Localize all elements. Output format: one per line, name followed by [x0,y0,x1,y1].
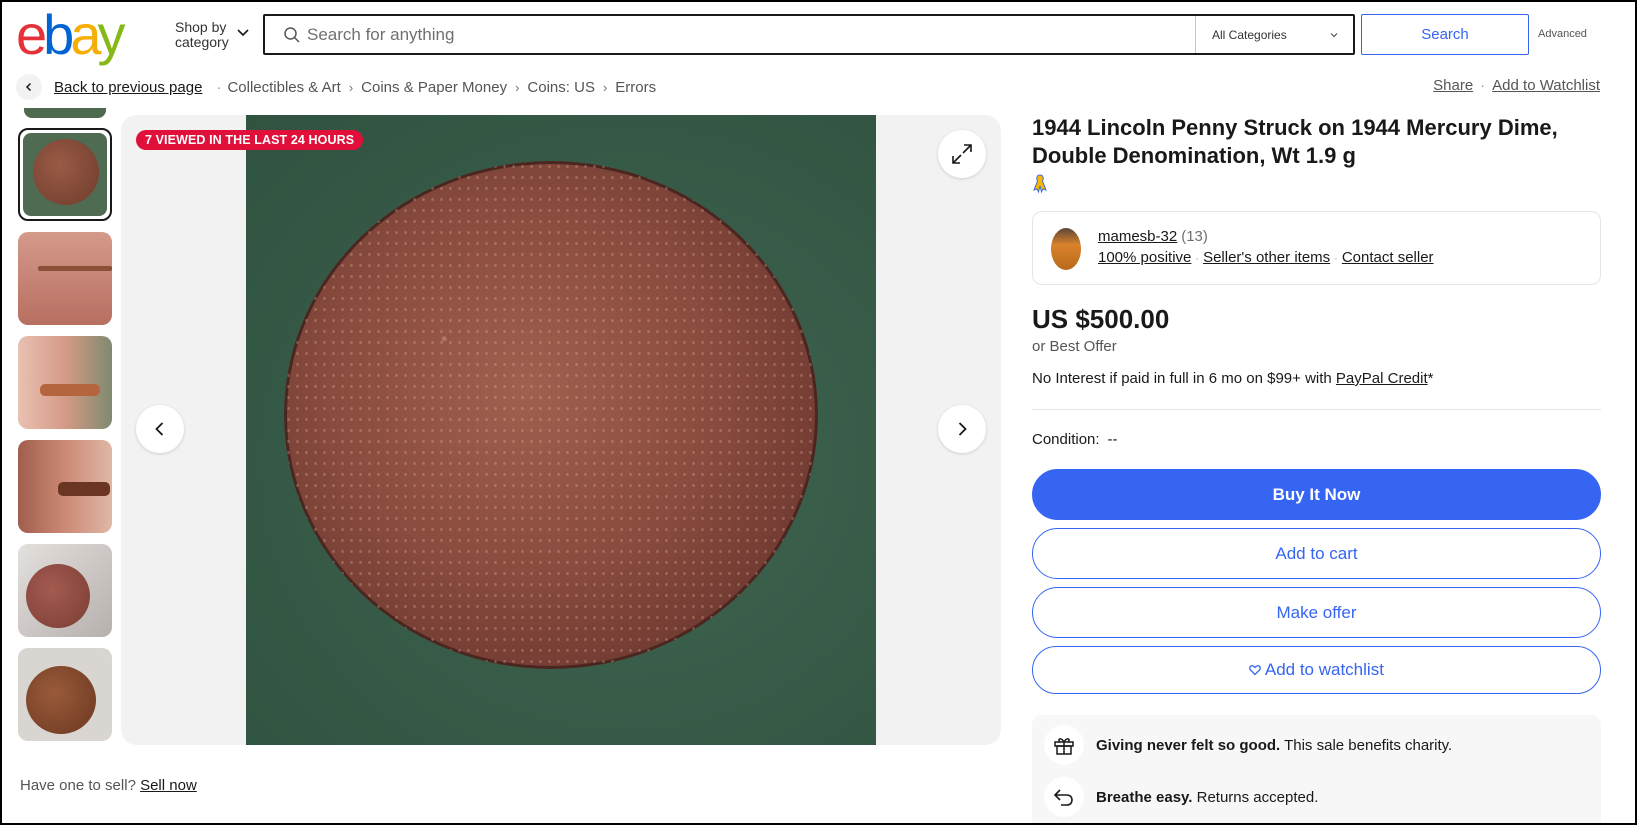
add-to-cart-button[interactable]: Add to cart [1032,528,1601,579]
search-bar: All Categories [263,14,1355,55]
add-to-watchlist-link[interactable]: Add to Watchlist [1492,77,1600,94]
returns-benefit: Breathe easy. Returns accepted. [1044,777,1318,817]
advanced-search-link[interactable]: Advanced [1538,28,1587,40]
search-icon [284,27,300,43]
main-image-viewer[interactable]: 7 VIEWED IN THE LAST 24 HOURS [121,115,1001,745]
benefits-panel: Giving never felt so good. This sale ben… [1032,715,1601,825]
charity-benefit: Giving never felt so good. This sale ben… [1044,725,1452,765]
coin-photo [246,115,876,745]
top-actions: Share · Add to Watchlist [1433,77,1600,94]
heart-icon [1249,665,1261,676]
expand-icon [952,144,972,164]
sell-now-link[interactable]: Sell now [140,777,197,794]
seller-name-link[interactable]: mamesb-32 [1098,228,1177,245]
divider [1032,409,1601,410]
positive-feedback-link[interactable]: 100% positive [1098,249,1191,266]
thumbnail-2[interactable] [18,232,112,325]
add-to-watchlist-button[interactable]: Add to watchlist [1032,646,1601,694]
breadcrumb-item[interactable]: Errors [615,79,656,96]
contact-seller-link[interactable]: Contact seller [1342,249,1434,266]
breadcrumb: Back to previous page · Collectibles & A… [16,74,656,100]
breadcrumb-item[interactable]: Coins: US [527,79,595,96]
ebay-logo[interactable]: ebay [16,6,125,64]
share-link[interactable]: Share [1433,77,1473,94]
thumbnail-3[interactable] [18,336,112,429]
make-offer-button[interactable]: Make offer [1032,587,1601,638]
back-arrow-icon [25,82,32,92]
thumbnail-1[interactable] [18,128,112,221]
avatar[interactable] [1051,228,1081,270]
seller-card: mamesb-32 (13) 100% positive · Seller's oth… [1032,211,1601,285]
best-offer-text: or Best Offer [1032,338,1117,355]
chevron-down-icon[interactable] [236,26,250,40]
thumbnail-partial[interactable] [24,108,106,118]
next-image-button[interactable] [938,405,986,453]
breadcrumb-item[interactable]: Coins & Paper Money [361,79,507,96]
search-button[interactable]: Search [1361,14,1529,55]
gift-icon [1054,738,1074,755]
buy-it-now-button[interactable]: Buy It Now [1032,469,1601,520]
sell-prompt: Have one to sell? Sell now [20,777,197,794]
ribbon-icon [1033,174,1047,194]
site-header: ebay Shop by category All Categories Sea… [0,0,1637,70]
listing-title: 1944 Lincoln Penny Struck on 1944 Mercur… [1032,115,1558,168]
expand-button[interactable] [938,130,986,178]
shop-by-category-button[interactable]: Shop by category [175,20,229,50]
chevron-down-icon [1330,33,1338,38]
viewed-badge: 7 VIEWED IN THE LAST 24 HOURS [136,130,364,150]
credit-info: No Interest if paid in full in 6 mo on $… [1032,370,1434,387]
return-arrow-icon [1053,789,1073,806]
seller-other-items-link[interactable]: Seller's other items [1203,249,1330,266]
back-button[interactable] [16,74,42,100]
back-to-previous-link[interactable]: Back to previous page [54,79,202,96]
thumbnail-5[interactable] [18,544,112,637]
category-select[interactable]: All Categories [1195,16,1353,53]
search-input[interactable] [307,16,1187,53]
thumbnail-4[interactable] [18,440,112,533]
previous-image-button[interactable] [136,405,184,453]
chevron-left-icon [155,422,164,436]
breadcrumb-item[interactable]: Collectibles & Art [227,79,340,96]
chevron-right-icon [958,422,967,436]
price: US $500.00 [1032,304,1170,334]
thumbnail-6[interactable] [18,648,112,741]
paypal-credit-link[interactable]: PayPal Credit [1336,370,1428,387]
condition: Condition: -- [1032,431,1118,448]
feedback-count: (13) [1181,228,1208,245]
